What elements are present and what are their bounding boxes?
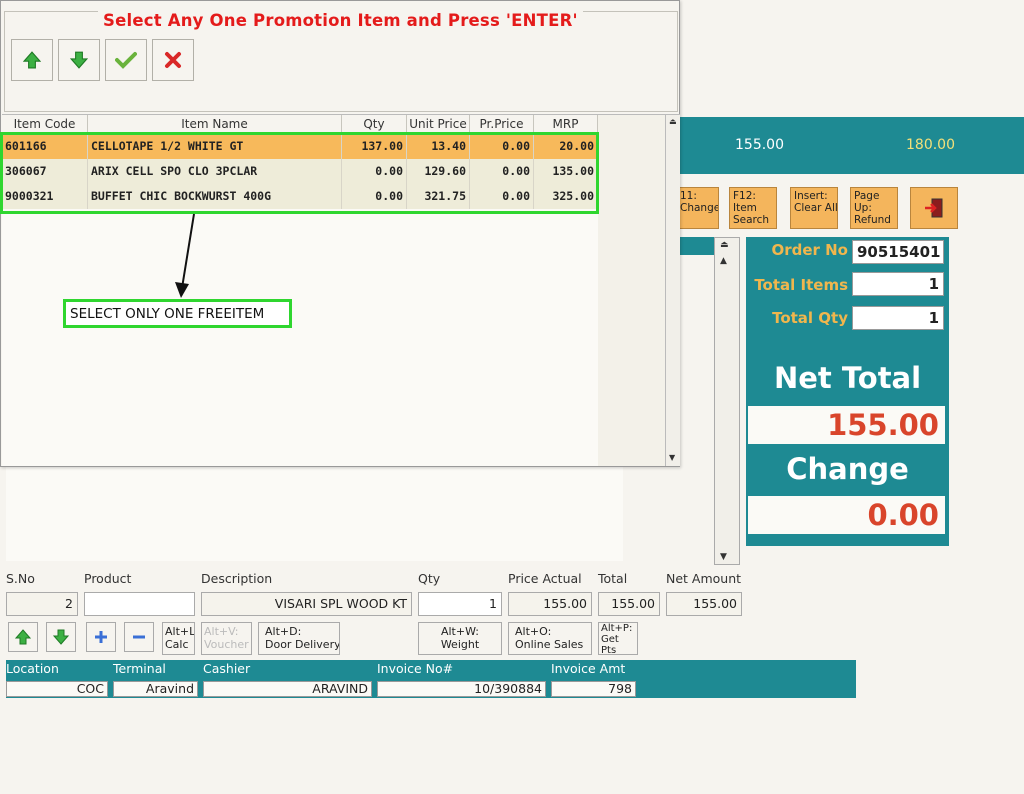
product-input[interactable]	[84, 592, 195, 616]
annotation-note: SELECT ONLY ONE FREEITEM	[63, 299, 292, 328]
arrow-annotation	[175, 213, 195, 298]
plus-icon	[95, 631, 107, 643]
total-items-value: 1	[852, 272, 944, 296]
invoice-no-label: Invoice No#	[377, 661, 454, 676]
price-actual-field: 155.00	[508, 592, 592, 616]
change-label: Change	[786, 452, 909, 486]
promo-cancel-button[interactable]	[152, 39, 194, 81]
promotion-dialog: Select Any One Promotion Item and Press …	[0, 0, 680, 467]
up-arrow-icon	[15, 629, 31, 645]
clear-all-button[interactable]: Insert: Clear All	[790, 187, 838, 229]
order-summary-panel: Order No 90515401 Total Items 1 Total Qt…	[746, 237, 949, 546]
scroll-top-icon[interactable]: ⏏	[669, 117, 677, 126]
down-arrow-icon	[53, 629, 69, 645]
cross-icon	[165, 52, 181, 68]
invoice-no-value: 10/390884	[377, 681, 546, 697]
invoice-amt-label: Invoice Amt	[551, 661, 626, 676]
net-amount-field: 155.00	[666, 592, 742, 616]
calc-button[interactable]: Alt+L: Calc	[162, 622, 195, 655]
scroll-down-icon[interactable]: ▼	[720, 552, 727, 562]
decrease-qty-button[interactable]	[124, 622, 154, 652]
terminal-value: Aravind	[113, 681, 198, 697]
location-value: COC	[6, 681, 108, 697]
location-label: Location	[6, 661, 59, 676]
description-header: Description	[201, 571, 273, 586]
promo-move-down-button[interactable]	[58, 39, 100, 81]
online-sales-button[interactable]: Alt+O: Online Sales	[508, 622, 592, 655]
rows-highlight-box	[0, 132, 599, 214]
invoice-footer: Location Terminal Cashier Invoice No# In…	[6, 660, 856, 698]
scroll-down-icon[interactable]: ▼	[669, 453, 675, 462]
move-down-button[interactable]	[46, 622, 76, 652]
product-header: Product	[84, 571, 132, 586]
dialog-title: Select Any One Promotion Item and Press …	[98, 11, 583, 30]
up-arrow-icon	[23, 51, 41, 69]
minus-icon	[133, 635, 145, 639]
change-button[interactable]: 11: Change	[676, 187, 719, 229]
get-points-button[interactable]: Alt+P: Get Pts	[598, 622, 638, 655]
promo-confirm-button[interactable]	[105, 39, 147, 81]
qty-input[interactable]: 1	[418, 592, 502, 616]
item-search-button[interactable]: F12: Item Search	[729, 187, 777, 229]
total-items-label: Total Items	[754, 276, 848, 294]
invoice-amt-value: 798	[551, 681, 636, 697]
summary-band: 155.00 180.00	[622, 117, 1024, 174]
price-actual-header: Price Actual	[508, 571, 582, 586]
grid-empty-area	[598, 115, 665, 466]
summary-value-2: 180.00	[906, 137, 955, 153]
total-qty-label: Total Qty	[772, 309, 848, 327]
terminal-label: Terminal	[113, 661, 166, 676]
sno-field: 2	[6, 592, 78, 616]
total-field: 155.00	[598, 592, 660, 616]
sales-list-scrollbar[interactable]: ⏏ ▲ ▼	[714, 237, 740, 565]
cashier-label: Cashier	[203, 661, 251, 676]
total-qty-value: 1	[852, 306, 944, 330]
exit-icon	[925, 198, 943, 218]
cashier-value: ARAVIND	[203, 681, 372, 697]
net-total-value: 155.00	[748, 406, 945, 444]
order-no-label: Order No	[771, 241, 848, 259]
move-up-button[interactable]	[8, 622, 38, 652]
scroll-top-icon[interactable]: ⏏	[720, 240, 729, 250]
scroll-up-icon[interactable]: ▲	[720, 256, 727, 266]
order-no-value: 90515401	[852, 240, 944, 264]
sno-header: S.No	[6, 571, 35, 586]
dialog-toolbar-group: Select Any One Promotion Item and Press …	[4, 11, 678, 112]
total-header: Total	[598, 571, 628, 586]
door-delivery-button[interactable]: Alt+D: Door Delivery	[258, 622, 340, 655]
check-icon	[115, 52, 137, 69]
net-total-label: Net Total	[773, 361, 922, 395]
summary-value-1: 155.00	[735, 137, 784, 153]
increase-qty-button[interactable]	[86, 622, 116, 652]
voucher-button: Alt+V: Voucher	[201, 622, 252, 655]
promotion-grid-scrollbar[interactable]: ⏏ ▼	[665, 115, 680, 466]
refund-button[interactable]: Page Up: Refund	[850, 187, 898, 229]
exit-button[interactable]	[910, 187, 958, 229]
change-value: 0.00	[748, 496, 945, 534]
description-field: VISARI SPL WOOD KT	[201, 592, 412, 616]
down-arrow-icon	[70, 51, 88, 69]
net-amount-header: Net Amount	[666, 571, 742, 586]
weight-button[interactable]: Alt+W: Weight	[418, 622, 502, 655]
qty-header: Qty	[418, 571, 441, 586]
promo-move-up-button[interactable]	[11, 39, 53, 81]
